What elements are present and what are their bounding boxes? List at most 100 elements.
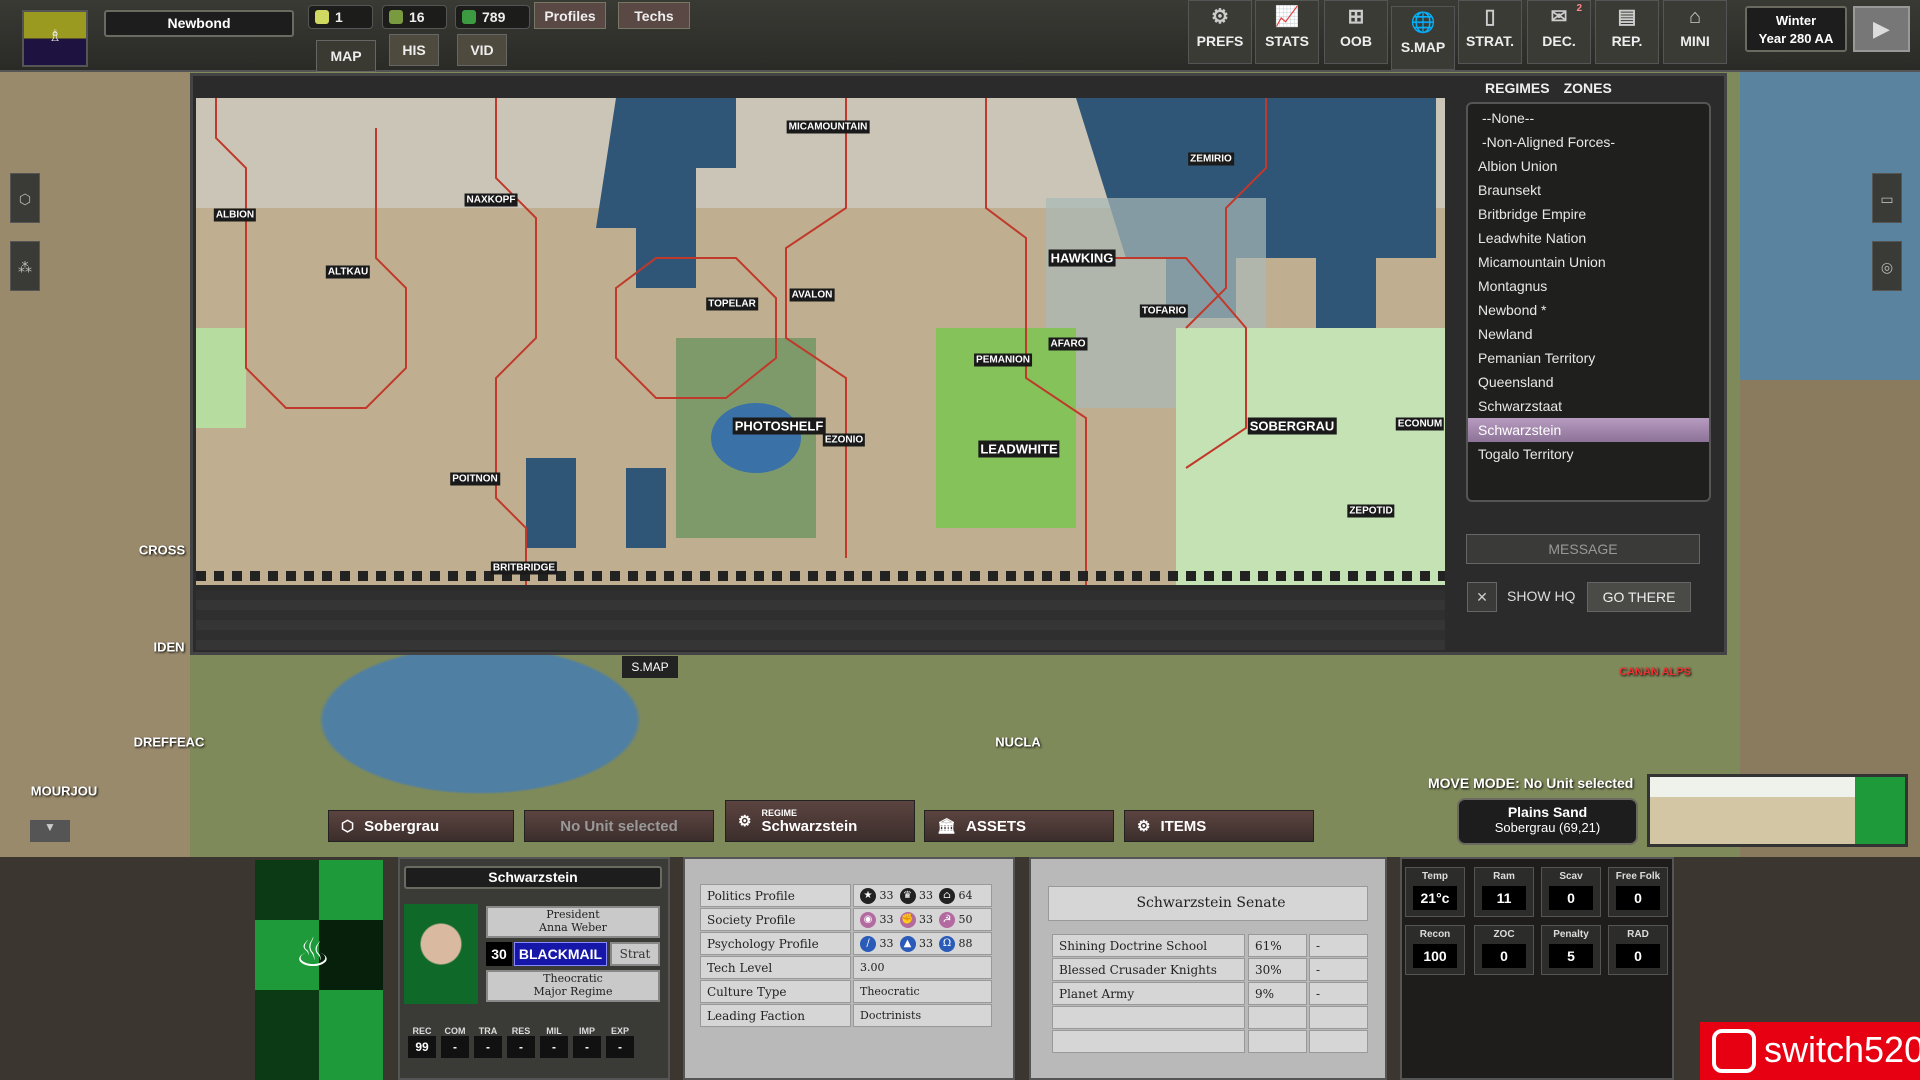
regime-list-item[interactable]: -Non-Aligned Forces- [1468, 130, 1709, 154]
senate-cell [1309, 1030, 1368, 1053]
techs-button[interactable]: Techs [618, 2, 690, 29]
city-label[interactable]: PHOTOSHELF [732, 417, 826, 435]
show-hq-checkbox[interactable]: ✕ [1467, 582, 1497, 612]
tab-vid[interactable]: VID [457, 34, 507, 66]
city-label[interactable]: ECONUM [1395, 417, 1445, 431]
tab-assets[interactable]: 🏛 ASSETS [924, 810, 1114, 842]
scroll-down-button[interactable]: ▼ [30, 820, 70, 842]
profile-label: Politics Profile [700, 884, 851, 907]
regime-list-item[interactable]: Newbond * [1468, 298, 1709, 322]
map-terrain [196, 98, 1445, 585]
hex-stat-penalty: Penalty 5 [1541, 925, 1601, 975]
regime-list-item[interactable]: Schwarzstaat [1468, 394, 1709, 418]
tab-his[interactable]: HIS [389, 34, 439, 66]
year-label: Year 280 AA [1758, 31, 1834, 46]
oob-button[interactable]: ⊞ OOB [1324, 0, 1388, 64]
button-label: MINI [1680, 33, 1710, 49]
world-city-label[interactable]: NUCLA [995, 735, 1041, 750]
message-button[interactable]: MESSAGE [1466, 534, 1700, 564]
profile-value: ★ 33 ♛ 33 ⌂ 64 [853, 884, 992, 907]
strat-button[interactable]: ▯ STRAT. [1458, 0, 1522, 64]
stats-button[interactable]: 📈 STATS [1255, 0, 1319, 64]
world-city-label[interactable]: CROSS [139, 543, 185, 558]
regime-banner: ♨ [255, 860, 383, 1080]
leader-stat-rec: REC 99 [408, 1026, 436, 1064]
tab-regimes[interactable]: REGIMES [1485, 80, 1550, 96]
regime-list-item[interactable]: --None-- [1468, 106, 1709, 130]
right-side-button-2[interactable]: ◎ [1872, 241, 1902, 291]
leader-portrait[interactable] [404, 904, 478, 1004]
senate-cell [1052, 1030, 1245, 1053]
senate-cell: - [1309, 934, 1368, 957]
strat-button[interactable]: Strat [610, 942, 660, 966]
blackmail-button[interactable]: BLACKMAIL [514, 942, 607, 966]
world-city-label[interactable]: MOURJOU [31, 784, 97, 799]
city-label[interactable]: AFARO [1048, 337, 1088, 351]
profiles-button[interactable]: Profiles [534, 2, 606, 29]
city-label[interactable]: NAXKOPF [464, 193, 518, 207]
regime-list-item[interactable]: Schwarzstein [1468, 418, 1709, 442]
city-label[interactable]: ALTKAU [325, 265, 371, 279]
dec-button[interactable]: ✉ DEC. 2 [1527, 0, 1591, 64]
go-there-button[interactable]: GO THERE [1587, 582, 1691, 612]
smap-tab[interactable]: S.MAP [622, 656, 678, 678]
regime-list-item[interactable]: Montagnus [1468, 274, 1709, 298]
cards-icon: ▯ [1484, 6, 1496, 28]
regimes-list[interactable]: --None-- -Non-Aligned Forces- Albion Union… [1466, 102, 1711, 502]
tab-hex[interactable]: ⬡ Sobergrau [328, 810, 514, 842]
city-label[interactable]: AVALON [789, 288, 835, 302]
prefs-button[interactable]: ⚙ PREFS [1188, 0, 1252, 64]
city-label[interactable]: PEMANION [974, 353, 1032, 367]
regime-list-item[interactable]: Leadwhite Nation [1468, 226, 1709, 250]
world-city-label[interactable]: IDEN [153, 640, 184, 655]
regime-flag[interactable]: ♗ [22, 10, 88, 67]
city-label[interactable]: LEADWHITE [978, 440, 1060, 458]
left-side-button-2[interactable]: ⁂ [10, 241, 40, 291]
items-icon: ⚙ [1137, 818, 1151, 835]
regime-list-item[interactable]: Togalo Territory [1468, 442, 1709, 466]
rep-button[interactable]: ▤ REP. [1595, 0, 1659, 64]
flag-emblem-icon: ♗ [47, 28, 63, 45]
top-bar: ♗ Newbond 1 16 789 Profiles Techs MAP HI… [0, 0, 1920, 72]
city-label[interactable]: ZEPOTID [1347, 504, 1395, 518]
switch-logo-icon [1712, 1029, 1756, 1073]
tab-map[interactable]: MAP [316, 40, 376, 72]
regime-list-item[interactable]: Pemanian Territory [1468, 346, 1709, 370]
senate-cell [1052, 1006, 1245, 1029]
senate-cell [1248, 1030, 1307, 1053]
city-label[interactable]: ZEMIRIO [1188, 152, 1234, 166]
mini-button[interactable]: ⌂ MINI [1663, 0, 1727, 64]
regime-list-item[interactable]: Queensland [1468, 370, 1709, 394]
city-label[interactable]: HAWKING [1048, 249, 1116, 267]
strategic-map[interactable]: ALBION NAXKOPF ALTKAU MICAMOUNTAIN TOPELAR AV… [196, 98, 1445, 585]
hex-owner-flag [1855, 777, 1905, 844]
city-label[interactable]: SOBERGRAU [1247, 417, 1337, 435]
city-label[interactable]: TOFARIO [1139, 304, 1189, 318]
hex-icon: ⬡ [341, 818, 355, 835]
regime-list-item[interactable]: Braunsekt [1468, 178, 1709, 202]
graduation-cap-icon: ▲ [899, 936, 916, 952]
x-icon: ✕ [1476, 589, 1488, 605]
right-side-button-1[interactable]: ▭ [1872, 173, 1902, 223]
profile-label: Culture Type [700, 980, 851, 1003]
tab-zones[interactable]: ZONES [1564, 80, 1612, 96]
regime-list-item[interactable]: Micamountain Union [1468, 250, 1709, 274]
city-label[interactable]: POITNON [450, 472, 500, 486]
tab-unit[interactable]: No Unit selected [524, 810, 714, 842]
tab-items[interactable]: ⚙ ITEMS [1124, 810, 1314, 842]
city-label[interactable]: MICAMOUNTAIN [786, 120, 870, 134]
leader-title: President Anna Weber [486, 906, 660, 938]
regime-list-item[interactable]: Newland [1468, 322, 1709, 346]
left-side-button-1[interactable]: ⬡ [10, 173, 40, 223]
end-turn-button[interactable]: ▶ [1853, 6, 1910, 52]
city-label[interactable]: EZONIO [822, 433, 866, 447]
regime-list-item[interactable]: Albion Union [1468, 154, 1709, 178]
world-city-label[interactable]: DREFFEAC [134, 735, 205, 750]
city-label[interactable]: BRITBRIDGE [490, 561, 558, 575]
city-label[interactable]: TOPELAR [706, 297, 758, 311]
tab-regime[interactable]: ⚙ REGIME Schwarzstein [725, 800, 915, 842]
city-label[interactable]: ALBION [213, 208, 257, 222]
smap-button[interactable]: 🌐 S.MAP [1391, 6, 1455, 70]
regime-list-item[interactable]: Britbridge Empire [1468, 202, 1709, 226]
senate-cell: Blessed Crusader Knights [1052, 958, 1245, 981]
